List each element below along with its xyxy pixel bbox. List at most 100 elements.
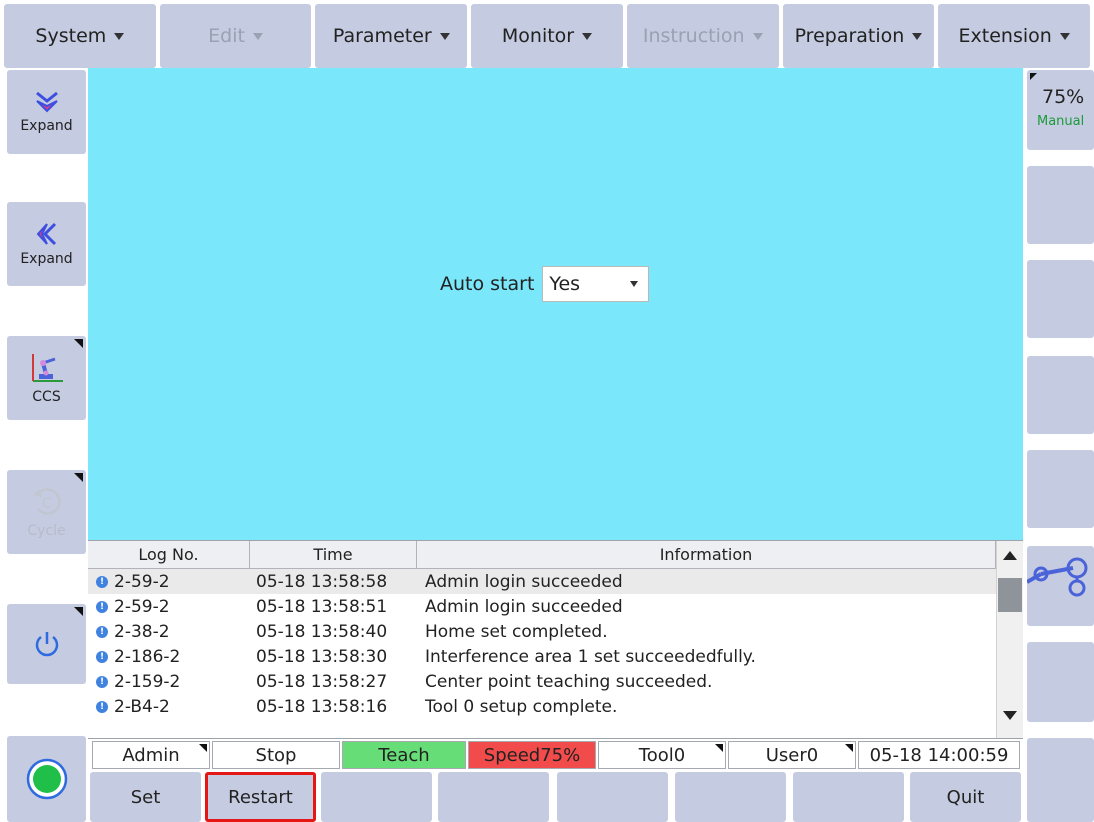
log-rows: ! 2-59-2 05-18 13:58:58 Admin login succe… xyxy=(88,569,996,739)
menu-system[interactable]: System xyxy=(4,4,156,68)
menu-edit[interactable]: Edit xyxy=(159,4,312,68)
menu-preparation[interactable]: Preparation xyxy=(782,4,935,68)
right-button-4[interactable] xyxy=(1027,356,1094,434)
scroll-up-icon[interactable] xyxy=(1003,551,1017,560)
chevron-down-icon xyxy=(912,32,923,40)
log-header-no[interactable]: Log No. xyxy=(88,541,250,568)
chevron-down-icon xyxy=(1059,32,1070,40)
bottom-bar: Set Restart Quit xyxy=(88,770,1023,822)
log-header-info[interactable]: Information xyxy=(417,541,996,568)
log-info: Admin login succeeded xyxy=(425,571,623,592)
log-row[interactable]: ! 2-59-2 05-18 13:58:58 Admin login succe… xyxy=(88,569,996,594)
bottom-button-4[interactable] xyxy=(438,772,549,822)
log-row[interactable]: ! 2-B4-2 05-18 13:58:16 Tool 0 setup comp… xyxy=(88,694,996,719)
scroll-down-icon[interactable] xyxy=(1003,711,1017,720)
set-button[interactable]: Set xyxy=(90,772,201,822)
status-circle-icon xyxy=(26,758,67,800)
menu-parameter[interactable]: Parameter xyxy=(315,4,468,68)
robot-button[interactable] xyxy=(1026,546,1094,626)
log-row[interactable]: ! 2-186-2 05-18 13:58:30 Interference are… xyxy=(88,644,996,669)
record-button[interactable] xyxy=(7,736,86,822)
status-user-frame[interactable]: User0 xyxy=(728,741,856,769)
log-info: Admin login succeeded xyxy=(425,596,623,617)
log-no: 2-38-2 xyxy=(114,621,170,642)
submenu-corner-icon xyxy=(1030,73,1037,80)
menu-extension[interactable]: Extension xyxy=(938,4,1091,68)
menu-parameter-label: Parameter xyxy=(332,25,432,47)
bottom-button-7[interactable] xyxy=(793,772,904,822)
menu-monitor[interactable]: Monitor xyxy=(471,4,623,68)
info-icon: ! xyxy=(96,575,108,588)
menu-preparation-label: Preparation xyxy=(794,25,905,47)
log-no: 2-B4-2 xyxy=(114,696,170,717)
right-button-3[interactable] xyxy=(1027,260,1094,338)
expand-left-button[interactable]: Expand xyxy=(7,202,86,286)
restart-button[interactable]: Restart xyxy=(205,772,316,822)
log-header: Log No. Time Information xyxy=(88,541,996,569)
menu-system-label: System xyxy=(35,25,107,47)
log-time: 05-18 13:58:40 xyxy=(256,621,388,642)
log-table: Log No. Time Information ! 2-59-2 05-18 1… xyxy=(88,540,1023,739)
speed-value: 75% xyxy=(1042,86,1085,108)
log-row[interactable]: ! 2-59-2 05-18 13:58:51 Admin login succe… xyxy=(88,594,996,619)
log-header-time[interactable]: Time xyxy=(250,541,417,568)
submenu-corner-icon xyxy=(715,744,723,752)
chevron-down-icon xyxy=(114,32,125,40)
double-chevron-left-icon xyxy=(36,222,56,246)
speed-button[interactable]: 75% Manual xyxy=(1027,70,1094,150)
cycle-label: Cycle xyxy=(27,523,66,539)
right-button-5[interactable] xyxy=(1027,450,1094,528)
robot-arm-icon xyxy=(1026,557,1088,597)
expand-down-button[interactable]: Expand xyxy=(7,70,86,154)
menu-extension-label: Extension xyxy=(958,25,1052,47)
log-row[interactable]: ! 2-38-2 05-18 13:58:40 Home set complete… xyxy=(88,619,996,644)
robot-coordinate-icon xyxy=(31,354,63,382)
log-no: 2-186-2 xyxy=(114,646,181,667)
ccs-label: CCS xyxy=(32,389,61,405)
right-button-2[interactable] xyxy=(1027,166,1094,244)
log-row[interactable]: ! 2-159-2 05-18 13:58:27 Center point tea… xyxy=(88,669,996,694)
right-toolbar: 75% Manual xyxy=(1024,68,1094,822)
cycle-letter: C xyxy=(42,496,52,512)
chevron-down-icon xyxy=(439,32,450,40)
info-icon: ! xyxy=(96,625,108,638)
bottom-button-5[interactable] xyxy=(557,772,668,822)
log-info: Home set completed. xyxy=(425,621,608,642)
bottom-button-3[interactable] xyxy=(321,772,432,822)
autostart-select[interactable]: Yes xyxy=(542,266,650,302)
log-scrollbar[interactable] xyxy=(996,541,1023,739)
status-user[interactable]: Admin xyxy=(92,741,210,769)
status-run-state: Stop xyxy=(212,741,340,769)
bottom-button-6[interactable] xyxy=(675,772,786,822)
status-user-frame-label: User0 xyxy=(765,744,819,766)
log-time: 05-18 13:58:27 xyxy=(256,671,388,692)
ccs-button[interactable]: CCS xyxy=(7,336,86,420)
expand-left-label: Expand xyxy=(20,251,73,267)
menu-monitor-label: Monitor xyxy=(501,25,575,47)
power-button[interactable] xyxy=(7,604,86,684)
submenu-corner-icon xyxy=(74,339,83,348)
main-content: Auto start Yes xyxy=(88,68,1023,540)
right-button-7[interactable] xyxy=(1027,642,1094,722)
status-tool[interactable]: Tool0 xyxy=(598,741,726,769)
menu-instruction-label: Instruction xyxy=(642,25,745,47)
expand-down-label: Expand xyxy=(20,118,73,134)
submenu-corner-icon xyxy=(845,744,853,752)
log-info: Tool 0 setup complete. xyxy=(425,696,618,717)
scroll-thumb[interactable] xyxy=(998,578,1022,612)
status-tool-label: Tool0 xyxy=(638,744,686,766)
chevron-down-icon xyxy=(252,32,263,40)
menu-edit-label: Edit xyxy=(208,25,245,47)
cycle-icon: C xyxy=(32,488,61,515)
chevron-down-icon xyxy=(752,32,763,40)
double-chevron-down-icon xyxy=(35,91,58,113)
cycle-button[interactable]: C Cycle xyxy=(7,470,86,554)
right-button-8[interactable] xyxy=(1027,738,1094,822)
quit-button[interactable]: Quit xyxy=(910,772,1021,822)
status-mode: Teach xyxy=(342,741,466,769)
info-icon: ! xyxy=(96,600,108,613)
menu-instruction[interactable]: Instruction xyxy=(626,4,779,68)
log-time: 05-18 13:58:30 xyxy=(256,646,388,667)
chevron-down-icon xyxy=(630,281,639,287)
log-time: 05-18 13:58:16 xyxy=(256,696,388,717)
